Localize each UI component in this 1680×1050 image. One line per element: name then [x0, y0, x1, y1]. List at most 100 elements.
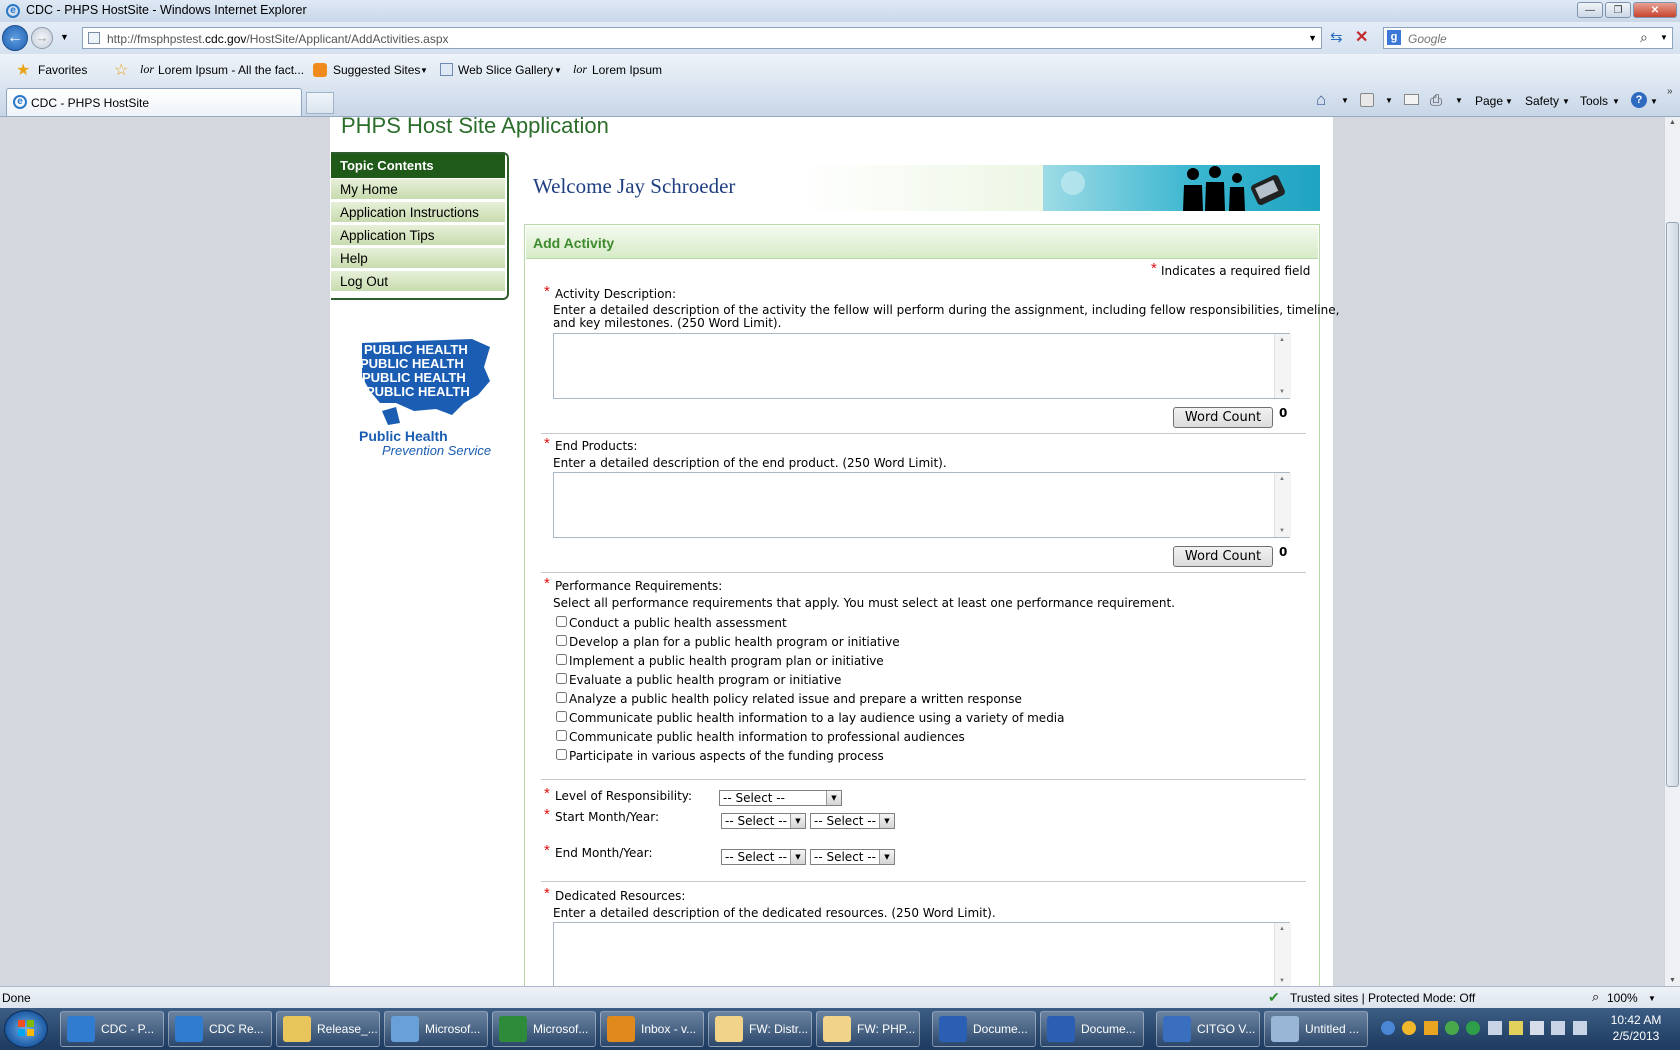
- tab-cdc-phps-hostsite[interactable]: e CDC - PHPS HostSite: [6, 88, 302, 116]
- taskbar-item-outlook-inbox[interactable]: Inbox - v...: [600, 1011, 704, 1047]
- forward-button[interactable]: →: [31, 27, 53, 49]
- start-button[interactable]: [4, 1010, 48, 1048]
- sidebar-item-application-instructions[interactable]: Application Instructions: [331, 201, 505, 222]
- mail-icon[interactable]: [1404, 94, 1419, 105]
- taskbar-item-fw-distr[interactable]: FW: Distr...: [708, 1011, 812, 1047]
- end-products-textarea[interactable]: [553, 472, 1290, 538]
- taskbar-item-document-2[interactable]: Docume...: [1040, 1011, 1144, 1047]
- taskbar-item-citgo[interactable]: CITGO V...: [1156, 1011, 1260, 1047]
- search-box[interactable]: g ⌕ ▼: [1383, 27, 1673, 49]
- perf-checkbox-evaluate[interactable]: [556, 673, 567, 684]
- scroll-up-icon[interactable]: ▲: [1669, 119, 1676, 126]
- history-dropdown-icon[interactable]: ▼: [60, 32, 69, 42]
- tray-icon[interactable]: [1509, 1021, 1523, 1035]
- refresh-icon[interactable]: ⇆: [1330, 28, 1343, 46]
- end-month-select[interactable]: -- Select -- ▼: [721, 849, 806, 865]
- favorites-button[interactable]: Favorites: [38, 63, 87, 77]
- safety-menu[interactable]: Safety: [1525, 94, 1559, 108]
- perf-checkbox-professional-audiences[interactable]: [556, 730, 567, 741]
- home-icon[interactable]: ⌂: [1316, 90, 1326, 110]
- sidebar-item-application-tips[interactable]: Application Tips: [331, 224, 505, 245]
- tools-menu[interactable]: Tools: [1580, 94, 1608, 108]
- activity-description-textarea[interactable]: [553, 333, 1290, 399]
- tray-icon[interactable]: [1424, 1021, 1438, 1035]
- perf-checkbox-implement[interactable]: [556, 654, 567, 665]
- tray-icon[interactable]: [1381, 1021, 1395, 1035]
- perf-checkbox-develop-plan[interactable]: [556, 635, 567, 646]
- start-year-select[interactable]: -- Select -- ▼: [810, 813, 895, 829]
- tray-icon[interactable]: [1488, 1021, 1502, 1035]
- taskbar-item-cdc-release-ie[interactable]: CDC Re...: [168, 1011, 272, 1047]
- taskbar-item-fw-php[interactable]: FW: PHP...: [816, 1011, 920, 1047]
- print-icon[interactable]: ⎙: [1430, 92, 1442, 109]
- start-month-select[interactable]: -- Select -- ▼: [721, 813, 806, 829]
- page-content: PHPS Host Site Application Topic Content…: [330, 117, 1339, 986]
- search-icon[interactable]: ⌕: [1640, 29, 1648, 46]
- close-window-button[interactable]: ✕: [1633, 2, 1677, 18]
- sidebar-item-help[interactable]: Help: [331, 247, 505, 268]
- logo-line1: Public Health: [359, 428, 448, 444]
- end-year-select[interactable]: -- Select -- ▼: [810, 849, 895, 865]
- back-button[interactable]: ←: [2, 25, 28, 51]
- maximize-button[interactable]: ❐: [1605, 2, 1631, 18]
- tray-icon[interactable]: [1402, 1021, 1416, 1035]
- search-input[interactable]: [1406, 31, 1640, 47]
- taskbar-item-document-1[interactable]: Docume...: [932, 1011, 1036, 1047]
- scrollbar-thumb[interactable]: [1666, 222, 1679, 787]
- fav-suggested-sites[interactable]: Suggested Sites: [333, 63, 420, 77]
- textarea-scrollbar[interactable]: [1274, 473, 1291, 537]
- taskbar-item-release-folder[interactable]: Release_...: [276, 1011, 380, 1047]
- stop-icon[interactable]: ✕: [1355, 27, 1368, 47]
- add-favorite-icon[interactable]: ☆: [114, 60, 128, 80]
- taskbar-clock[interactable]: 10:42 AM 2/5/2013: [1604, 1012, 1668, 1044]
- textarea-scrollbar[interactable]: [1274, 334, 1291, 398]
- volume-icon[interactable]: [1573, 1021, 1587, 1035]
- logo-line2: Prevention Service: [382, 443, 491, 458]
- perf-option-label: Conduct a public health assessment: [569, 616, 787, 630]
- taskbar-item-microsoft-lync[interactable]: Microsof...: [384, 1011, 488, 1047]
- tray-icon[interactable]: [1445, 1021, 1459, 1035]
- sidebar-item-log-out[interactable]: Log Out: [331, 270, 505, 291]
- zoom-icon[interactable]: ⌕: [1592, 989, 1599, 1005]
- perf-checkbox-assessment[interactable]: [556, 616, 567, 627]
- chevron-right-icon[interactable]: »: [1667, 86, 1673, 97]
- end-products-word-count-button[interactable]: Word Count: [1173, 546, 1273, 567]
- chevron-down-icon[interactable]: ▼: [1650, 97, 1658, 106]
- activity-word-count-button[interactable]: Word Count: [1173, 407, 1273, 428]
- level-select[interactable]: -- Select -- ▼: [719, 790, 842, 806]
- fav-web-slice-gallery[interactable]: Web Slice Gallery: [458, 63, 553, 77]
- feeds-icon[interactable]: [1360, 93, 1374, 107]
- perf-checkbox-funding[interactable]: [556, 749, 567, 760]
- sidebar-heading: Topic Contents: [331, 154, 505, 178]
- perf-option-label: Communicate public health information to…: [569, 711, 1065, 725]
- scroll-down-icon[interactable]: ▼: [1669, 977, 1676, 984]
- zoom-level[interactable]: 100%: [1607, 991, 1638, 1005]
- help-icon[interactable]: ?: [1631, 92, 1647, 108]
- page-menu[interactable]: Page: [1475, 94, 1503, 108]
- chevron-down-icon[interactable]: ▼: [1341, 96, 1349, 105]
- network-icon[interactable]: [1530, 1021, 1544, 1035]
- address-bar[interactable]: http://fmsphpstest.cdc.gov/HostSite/Appl…: [82, 27, 1322, 49]
- taskbar-item-untitled[interactable]: Untitled ...: [1264, 1011, 1368, 1047]
- address-dropdown-icon[interactable]: ▼: [1308, 33, 1317, 43]
- fav-lorem-ipsum-facts[interactable]: Lorem Ipsum - All the fact...: [158, 63, 304, 77]
- taskbar-item-cdc-ie[interactable]: CDC - P...: [60, 1011, 164, 1047]
- taskbar-item-microsoft-excel[interactable]: Microsof...: [492, 1011, 596, 1047]
- chevron-down-icon[interactable]: ▼: [1455, 96, 1463, 105]
- end-products-help: Enter a detailed description of the end …: [553, 456, 947, 470]
- ie-icon: [175, 1016, 203, 1042]
- chevron-down-icon[interactable]: ▼: [1648, 994, 1656, 1003]
- perf-checkbox-lay-audience[interactable]: [556, 711, 567, 722]
- flag-icon[interactable]: [1551, 1021, 1565, 1035]
- fav-lorem-ipsum[interactable]: Lorem Ipsum: [592, 63, 662, 77]
- page-scrollbar[interactable]: ▲ ▼: [1664, 117, 1680, 986]
- search-dropdown-icon[interactable]: ▼: [1660, 33, 1668, 42]
- new-tab-button[interactable]: [306, 92, 334, 114]
- sidebar-item-my-home[interactable]: My Home: [331, 178, 505, 199]
- dedicated-resources-textarea[interactable]: [553, 922, 1290, 986]
- textarea-scrollbar[interactable]: [1274, 923, 1291, 986]
- minimize-button[interactable]: —: [1577, 2, 1603, 18]
- chevron-down-icon[interactable]: ▼: [1385, 96, 1393, 105]
- tray-icon[interactable]: [1466, 1021, 1480, 1035]
- perf-checkbox-analyze-policy[interactable]: [556, 692, 567, 703]
